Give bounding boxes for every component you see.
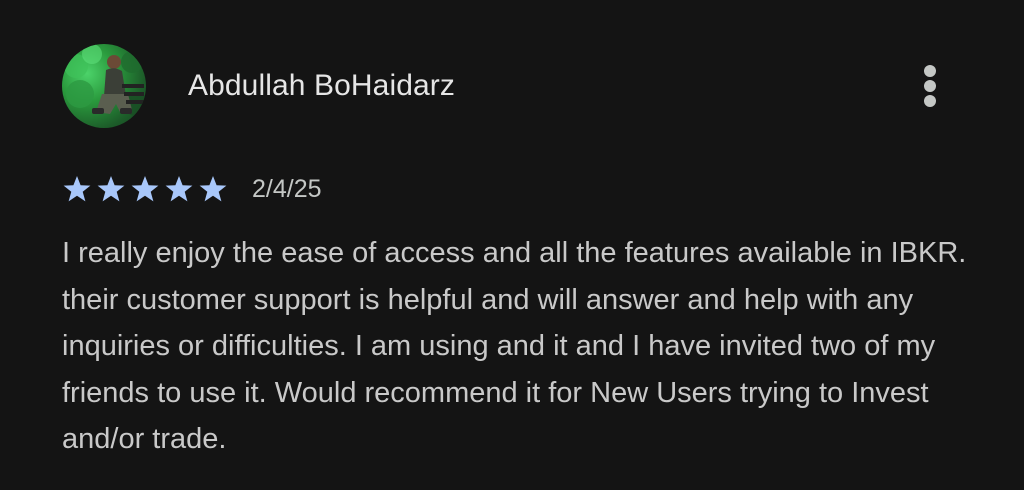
star-icon [130, 174, 160, 204]
review-body: I really enjoy the ease of access and al… [62, 237, 967, 456]
more-vert-icon[interactable] [915, 62, 945, 110]
star-icon [96, 174, 126, 204]
menu-dot [924, 80, 936, 92]
menu-dot [924, 95, 936, 107]
star-rating [62, 174, 232, 204]
rating-row: 2/4/25 [62, 172, 322, 206]
avatar[interactable] [62, 44, 146, 128]
menu-dot [924, 65, 936, 77]
reviewer-name: Abdullah BoHaidarz [188, 69, 455, 102]
review-card: Abdullah BoHaidarz 2/4/25 I really enjoy… [0, 0, 1024, 490]
review-date: 2/4/25 [252, 175, 322, 203]
star-icon [198, 174, 228, 204]
star-icon [164, 174, 194, 204]
star-icon [62, 174, 92, 204]
